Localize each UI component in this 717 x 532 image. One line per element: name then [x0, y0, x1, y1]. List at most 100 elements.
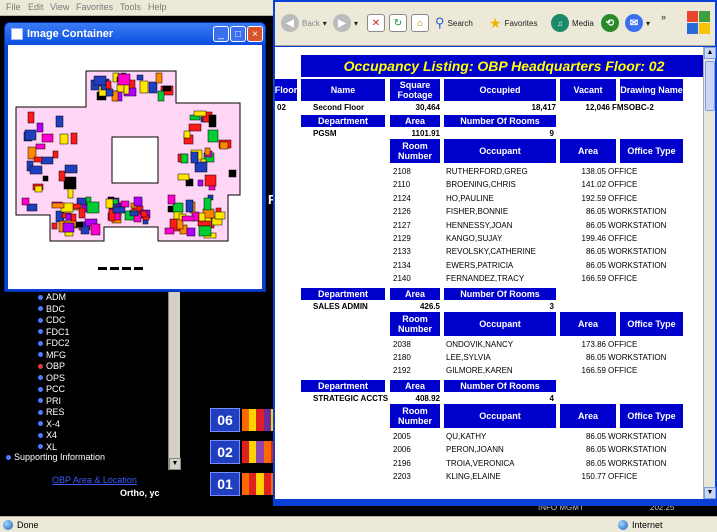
search-button[interactable]: ⚲ Search — [435, 12, 473, 34]
tree-item-bdc[interactable]: BDC — [38, 304, 65, 314]
obp-area-link[interactable]: OBP Area & Location — [52, 475, 137, 485]
room-number: 2110 — [393, 180, 411, 190]
room-number: 2124 — [393, 193, 411, 203]
maximize-button[interactable]: □ — [230, 26, 246, 42]
tree-item-cdc[interactable]: CDC — [38, 315, 66, 325]
office-type: WORKSTATION — [608, 260, 667, 270]
room-area: 86.05 — [585, 247, 606, 257]
room-block — [193, 110, 207, 117]
dept-header-department: Department — [301, 379, 385, 392]
room-header-area: Area — [560, 139, 616, 163]
room-block — [67, 188, 74, 199]
menu-favorites[interactable]: Favorites — [76, 2, 113, 12]
tree-scrollbar[interactable]: ▼ — [168, 280, 181, 470]
tree-item-pri[interactable]: PRI — [38, 396, 61, 406]
favorites-button[interactable]: ★ Favorites — [489, 12, 537, 34]
back-button[interactable]: ◀ Back ▾ — [281, 12, 327, 34]
room-block — [204, 147, 211, 156]
refresh-button[interactable]: ↻ — [389, 12, 407, 34]
menu-view[interactable]: View — [50, 2, 69, 12]
floor-06-label[interactable]: 06 — [210, 408, 240, 432]
occupant-name: KANGO,SUJAY — [446, 234, 503, 243]
tree-item-obp[interactable]: OBP — [38, 361, 65, 371]
floor-02-label[interactable]: 02 — [210, 440, 240, 464]
room-block — [62, 222, 75, 233]
room-block — [86, 201, 100, 214]
tree-item-fdc1[interactable]: FDC1 — [38, 327, 70, 337]
windows-logo-icon — [683, 6, 713, 36]
tree-item-mfg[interactable]: MFG — [38, 350, 66, 360]
room-number: 2133 — [393, 247, 411, 257]
stop-button[interactable]: ✕ — [367, 12, 385, 34]
close-button[interactable]: × — [247, 26, 263, 42]
room-block — [105, 88, 114, 97]
toolbar-overflow[interactable]: » — [661, 6, 666, 28]
office-type: OFFICE — [608, 274, 638, 284]
room-block — [42, 175, 49, 182]
room-block — [35, 143, 46, 150]
occupancy-report: Occupancy Listing: OBP Headquarters Floo… — [275, 47, 703, 499]
occupant-name: QU,KATHY — [446, 431, 487, 441]
room-area: 86.05 — [585, 260, 606, 270]
room-block — [33, 156, 43, 163]
room-area: 141.02 — [581, 180, 606, 190]
room-number: 2180 — [393, 353, 411, 362]
mail-button[interactable]: ✉ ▾ — [625, 12, 650, 34]
tree-item-supporting[interactable]: Supporting Information — [6, 452, 105, 462]
tree-item-x-4[interactable]: X-4 — [38, 419, 60, 429]
tree-item-res[interactable]: RES — [38, 407, 65, 417]
tree-item-pcc[interactable]: PCC — [38, 384, 65, 394]
dept-header-area: Area — [390, 379, 440, 392]
room-number: 2126 — [393, 207, 411, 217]
chevron-down-icon: ▾ — [354, 18, 359, 28]
menu-file[interactable]: File — [6, 2, 21, 12]
room-header-type: Office Type — [620, 311, 683, 336]
star-icon: ★ — [489, 14, 502, 31]
scale-bar-segment — [110, 267, 119, 270]
room-number: 2038 — [393, 339, 411, 349]
home-button[interactable]: ⌂ — [411, 12, 429, 34]
tree-item-xl[interactable]: XL — [38, 442, 57, 452]
node-icon — [38, 398, 43, 403]
stop-icon: ✕ — [367, 14, 385, 32]
node-icon — [38, 294, 43, 300]
room-block — [219, 141, 229, 150]
history-button[interactable]: ⟲ — [601, 12, 619, 34]
room-block — [59, 133, 69, 145]
tree-item-fdc2[interactable]: FDC2 — [38, 338, 70, 348]
floor-plan-image[interactable] — [8, 45, 262, 289]
chevron-down-icon[interactable]: ▼ — [704, 487, 716, 499]
report-scrollbar[interactable]: ▲ ▼ — [703, 47, 716, 499]
room-area: 86.05 — [585, 458, 606, 468]
ie-page-icon — [3, 520, 13, 530]
image-container-window: Image Container _ □ × — [4, 22, 266, 292]
room-header-area: Area — [560, 403, 616, 428]
dept-area: 408.92 — [415, 393, 440, 403]
room-block — [167, 194, 176, 205]
occupant-name: HENNESSY,JOAN — [446, 220, 513, 230]
minimize-button[interactable]: _ — [213, 26, 229, 42]
media-button[interactable]: ♫ Media — [551, 12, 594, 34]
tree-item-x4[interactable]: X4 — [38, 430, 57, 440]
tree-item-adm[interactable]: ADM — [38, 292, 66, 302]
room-area: 192.59 — [581, 193, 606, 203]
room-number: 2129 — [393, 234, 411, 243]
scroll-thumb[interactable] — [705, 61, 715, 111]
forward-button[interactable]: ▶ ▾ — [333, 12, 358, 34]
chevron-down-icon[interactable]: ▼ — [169, 458, 181, 470]
node-icon — [38, 432, 43, 438]
room-area: 86.05 — [585, 353, 606, 362]
menu-edit[interactable]: Edit — [28, 2, 44, 12]
room-block — [51, 222, 58, 230]
room-block — [204, 174, 217, 187]
tree-item-ops[interactable]: OPS — [38, 373, 65, 383]
menu-help[interactable]: Help — [148, 2, 167, 12]
occupant-name: ONDOVIK,NANCY — [446, 339, 514, 349]
room-number: 2134 — [393, 260, 411, 270]
node-icon — [38, 421, 43, 426]
chevron-up-icon[interactable]: ▲ — [704, 47, 716, 59]
menu-tools[interactable]: Tools — [120, 2, 141, 12]
room-block — [105, 198, 114, 209]
floor-01-label[interactable]: 01 — [210, 472, 240, 496]
occupant-name: HO,PAULINE — [446, 193, 494, 203]
